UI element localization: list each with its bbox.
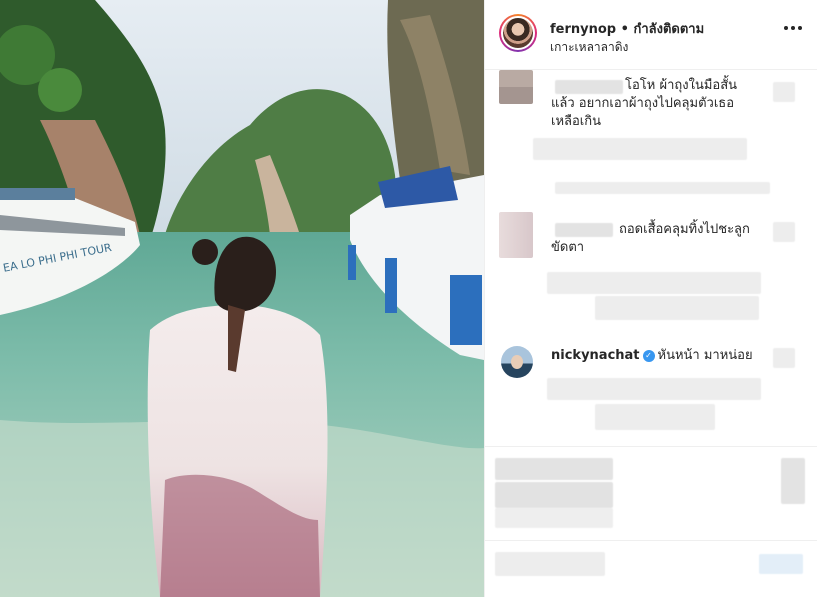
comment-1-line-2: แล้ว อยากเอาผ้าถุงไปคลุมตัวเธอ bbox=[551, 96, 735, 111]
redacted-actions-2 bbox=[495, 482, 613, 508]
post-button-redacted[interactable] bbox=[759, 554, 803, 574]
comment-text-2-cont: ขัดตา bbox=[551, 239, 584, 257]
author-username[interactable]: fernynop bbox=[550, 22, 616, 37]
comment-2-line-1: ถอดเสื้อคลุมทิ้งไปชะลูก bbox=[619, 222, 750, 237]
comment-3-text: หันหน้า มาหน่อย bbox=[657, 348, 753, 363]
comment-avatar-1[interactable] bbox=[499, 70, 533, 104]
post-side-panel: fernynop • กำลังติดตาม เกาะเหลาลาดิง โอโ… bbox=[484, 0, 817, 597]
redacted-block-1a bbox=[533, 138, 747, 160]
section-divider bbox=[485, 446, 817, 447]
comment-1-line-3: เหลือเกิน bbox=[551, 114, 601, 129]
heart-icon-2[interactable] bbox=[773, 222, 795, 242]
post-header: fernynop • กำลังติดตาม เกาะเหลาลาดิง bbox=[485, 0, 817, 70]
comment-3-username[interactable]: nickynachat bbox=[551, 348, 640, 363]
comment-input-redacted[interactable] bbox=[495, 552, 605, 576]
more-options-icon[interactable] bbox=[784, 26, 802, 32]
redacted-username-2 bbox=[555, 223, 613, 237]
redacted-block-3a bbox=[547, 378, 761, 400]
redacted-block-2b bbox=[595, 296, 759, 320]
bookmark-icon[interactable] bbox=[781, 458, 805, 504]
comment-input-divider bbox=[485, 540, 817, 541]
redacted-block-2a bbox=[547, 272, 761, 294]
post-photo[interactable]: EA LO PHI PHI TOUR bbox=[0, 0, 484, 597]
comment-1-line-1: โอโห ผ้าถุงในมือสั้น bbox=[625, 78, 738, 93]
redacted-block-1b bbox=[555, 182, 770, 194]
redacted-actions-1 bbox=[495, 458, 613, 480]
redacted-username-1 bbox=[555, 80, 623, 94]
author-avatar[interactable] bbox=[499, 14, 537, 52]
comment-text-3: nickynachat ✓ หันหน้า มาหน่อย bbox=[551, 347, 753, 365]
follow-status[interactable]: กำลังติดตาม bbox=[633, 22, 704, 37]
verified-icon: ✓ bbox=[642, 349, 655, 362]
heart-icon-3[interactable] bbox=[773, 348, 795, 368]
comment-2-line-2: ขัดตา bbox=[551, 240, 585, 255]
post-location[interactable]: เกาะเหลาลาดิง bbox=[550, 38, 628, 57]
comment-avatar-2[interactable] bbox=[499, 212, 533, 258]
header-separator: • bbox=[620, 22, 629, 37]
redacted-actions-3 bbox=[495, 508, 613, 528]
redacted-block-3b bbox=[595, 404, 715, 430]
comment-text-1-cont: แล้ว อยากเอาผ้าถุงไปคลุมตัวเธอ เหลือเกิน bbox=[551, 95, 811, 131]
photo-scene bbox=[0, 0, 484, 597]
heart-icon-1[interactable] bbox=[773, 82, 795, 102]
comment-text-1: โอโห ผ้าถุงในมือสั้น bbox=[625, 77, 737, 95]
nickynachat-avatar[interactable] bbox=[501, 346, 533, 378]
comment-text-2: ถอดเสื้อคลุมทิ้งไปชะลูก bbox=[619, 221, 750, 239]
